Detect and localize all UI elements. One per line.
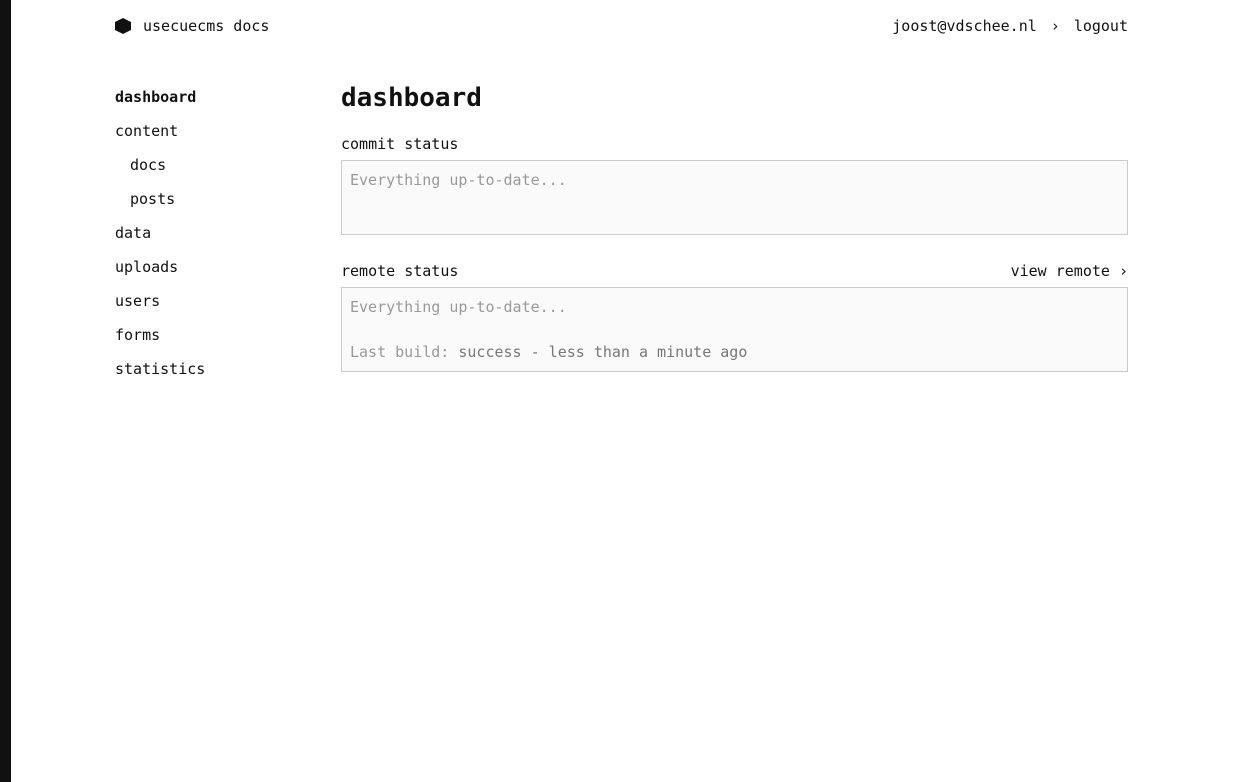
sidebar-item-users[interactable]: users (115, 290, 205, 324)
brand-link[interactable]: usecuecms docs (115, 17, 269, 35)
remote-status-text: Everything up-to-date... (350, 298, 567, 316)
last-build-label: Last build: (350, 343, 450, 361)
page-title: dashboard (341, 83, 482, 113)
last-build-value: success - less than a minute ago (458, 343, 748, 361)
sidebar-item-forms[interactable]: forms (115, 324, 205, 358)
sidebar: dashboard content docs posts data upload… (115, 86, 205, 392)
header: usecuecms docs joost@vdschee.nl › logout (115, 15, 1128, 37)
commit-status-label: commit status (341, 135, 459, 153)
left-edge-bar (0, 0, 11, 782)
remote-status-label: remote status (341, 262, 459, 280)
sidebar-item-posts[interactable]: posts (115, 188, 205, 222)
brand-title: usecuecms docs (143, 17, 270, 35)
sidebar-item-data[interactable]: data (115, 222, 205, 256)
commit-status-text: Everything up-to-date... (350, 171, 567, 189)
view-remote-link[interactable]: view remote › (1011, 259, 1128, 283)
sidebar-item-uploads[interactable]: uploads (115, 256, 205, 290)
sidebar-item-statistics[interactable]: statistics (115, 358, 205, 392)
commit-status-box: Everything up-to-date... (341, 160, 1128, 235)
logout-link[interactable]: logout (1074, 17, 1128, 35)
chevron-right-icon: › (1050, 17, 1060, 35)
sidebar-item-docs[interactable]: docs (115, 154, 205, 188)
remote-status-box: Everything up-to-date... Last build: suc… (341, 287, 1128, 372)
user-email[interactable]: joost@vdschee.nl (892, 17, 1037, 35)
sidebar-item-content[interactable]: content (115, 120, 205, 154)
hexagon-logo-icon (115, 18, 131, 34)
main-content: dashboard commit status Everything up-to… (341, 82, 1128, 396)
sidebar-item-dashboard[interactable]: dashboard (115, 86, 205, 120)
